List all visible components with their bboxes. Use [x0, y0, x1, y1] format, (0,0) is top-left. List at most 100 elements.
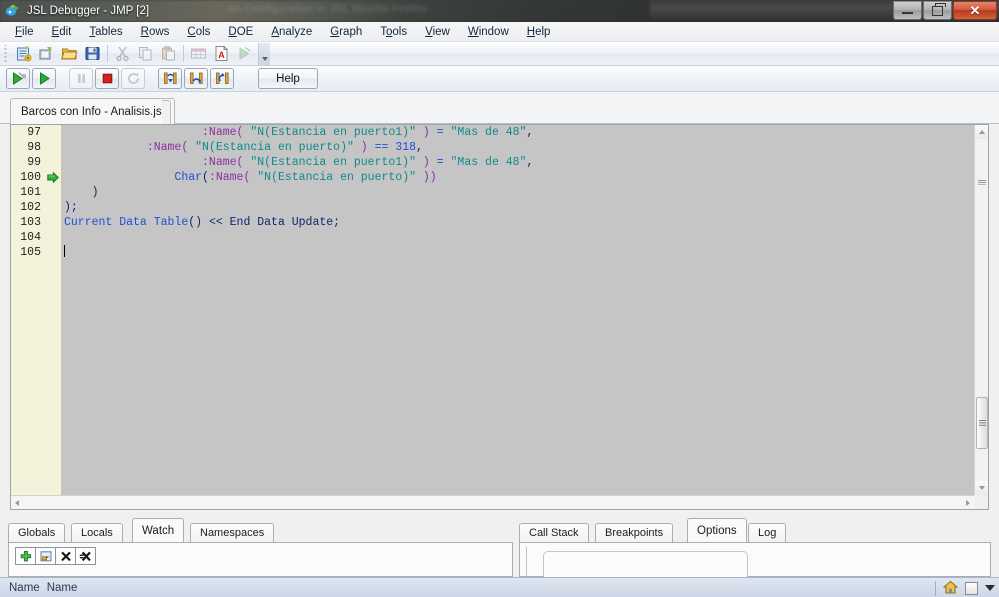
code-token: "Mas de 48" [450, 156, 527, 169]
menu-edit[interactable]: Edit [43, 24, 81, 40]
new-journal-icon[interactable] [35, 43, 58, 65]
code-line-101[interactable]: ) [62, 185, 974, 200]
tab-options[interactable]: Options [687, 518, 747, 542]
run-script-icon[interactable] [233, 43, 256, 65]
paste-icon[interactable] [157, 43, 180, 65]
gutter-line-100[interactable]: 100 [11, 170, 61, 185]
gutter-line-102[interactable]: 102 [11, 200, 61, 215]
delete-watch-icon[interactable] [55, 547, 76, 565]
document-tab-analisis[interactable]: Barcos con Info - Analisis.jsl [10, 98, 176, 124]
save-icon[interactable] [81, 43, 104, 65]
menu-cols[interactable]: Cols [178, 24, 219, 40]
editor-code-area[interactable]: :Name( "N(Estancia en puerto1)" ) = "Mas… [62, 125, 974, 495]
tab-watch[interactable]: Watch [132, 518, 185, 542]
tab-globals[interactable]: Globals [8, 523, 66, 542]
run-icon[interactable] [32, 68, 56, 89]
menu-view[interactable]: View [416, 24, 459, 40]
menu-file[interactable]: File [6, 24, 43, 40]
tab-log[interactable]: Log [748, 523, 787, 542]
code-line-99[interactable]: :Name( "N(Estancia en puerto1)" ) = "Mas… [62, 155, 974, 170]
pause-icon[interactable] [69, 68, 93, 89]
close-button[interactable]: ✕ [953, 1, 997, 20]
code-token: ) [422, 126, 430, 139]
dropdown-arrow-icon[interactable] [985, 585, 995, 591]
gutter-line-98[interactable]: 98 [11, 140, 61, 155]
code-line-105[interactable] [62, 245, 974, 260]
help-button[interactable]: Help [258, 68, 318, 89]
debug-panels: Globals Locals Watch Namespaces Call Sta… [0, 516, 999, 581]
tab-locals[interactable]: Locals [71, 523, 123, 542]
vertical-scrollbar-thumb[interactable] [976, 397, 988, 449]
cut-icon[interactable] [111, 43, 134, 65]
new-script-icon[interactable] [12, 43, 35, 65]
menu-graph[interactable]: Graph [321, 24, 371, 40]
home-icon[interactable] [942, 579, 959, 597]
tab-breakpoints[interactable]: Breakpoints [595, 523, 674, 542]
stop-icon[interactable] [95, 68, 119, 89]
menu-help[interactable]: Help [518, 24, 560, 40]
gutter-line-99[interactable]: 99 [11, 155, 61, 170]
help-button-label: Help [276, 72, 300, 85]
code-token: ) [64, 186, 99, 199]
menu-bar: File Edit Tables Rows Cols DOE Analyze G… [0, 22, 999, 42]
data-table-icon[interactable] [187, 43, 210, 65]
scroll-right-arrow-icon[interactable] [966, 499, 970, 506]
code-line-98[interactable]: :Name( "N(Estancia en puerto)" ) == 318, [62, 140, 974, 155]
code-token: () << End Data Update; [188, 216, 341, 229]
code-token: "N(Estancia en puerto1)" [250, 156, 416, 169]
tab-namespaces[interactable]: Namespaces [190, 523, 275, 542]
watch-panel-body [8, 542, 513, 577]
code-token: :Name( [208, 171, 251, 184]
debug-run-icon[interactable] [6, 68, 30, 89]
menu-rows[interactable]: Rows [132, 24, 179, 40]
tab-call-stack-label: Call Stack [529, 527, 579, 539]
gutter-line-104[interactable]: 104 [11, 230, 61, 245]
code-line-103[interactable]: Current Data Table() << End Data Update; [62, 215, 974, 230]
menu-tools[interactable]: Tools [371, 24, 416, 40]
gutter-line-103[interactable]: 103 [11, 215, 61, 230]
code-token: :Name( [202, 156, 244, 169]
gutter-line-97[interactable]: 97 [11, 125, 61, 140]
step-over-icon[interactable] [184, 68, 208, 89]
add-watch-icon[interactable] [15, 547, 36, 565]
restore-button[interactable] [923, 1, 952, 20]
step-out-icon[interactable] [210, 68, 234, 89]
gutter-line-101[interactable]: 101 [11, 185, 61, 200]
document-tab-stub [162, 100, 171, 124]
code-token: "Mas de 48" [450, 126, 527, 139]
code-line-97[interactable]: :Name( "N(Estancia en puerto1)" ) = "Mas… [62, 125, 974, 140]
scroll-down-arrow-icon[interactable] [975, 481, 988, 495]
toolbar-grip[interactable] [3, 44, 10, 63]
code-line-104[interactable] [62, 230, 974, 245]
tab-breakpoints-label: Breakpoints [605, 527, 664, 539]
tab-call-stack[interactable]: Call Stack [519, 523, 589, 542]
edit-watch-icon[interactable] [35, 547, 56, 565]
script-editor[interactable]: 97 98 99 100 101 102 103 104 105 :Name( "N(Estan… [10, 124, 989, 510]
toolbar-overflow-chevron[interactable] [258, 42, 270, 65]
menu-analyze[interactable]: Analyze [262, 24, 321, 40]
script-doc-icon[interactable]: A [210, 43, 233, 65]
code-line-102[interactable]: ); [62, 200, 974, 215]
tab-namespaces-label: Namespaces [200, 527, 265, 539]
menu-window[interactable]: Window [459, 24, 518, 40]
gutter-line-105[interactable]: 105 [11, 245, 61, 260]
window-square-icon[interactable] [965, 581, 978, 595]
restart-icon[interactable] [121, 68, 145, 89]
scroll-left-arrow-icon[interactable] [15, 499, 19, 506]
step-into-icon[interactable] [158, 68, 182, 89]
copy-icon[interactable] [134, 43, 157, 65]
options-panel-body [519, 542, 991, 581]
editor-gutter[interactable]: 97 98 99 100 101 102 103 104 105 [11, 125, 62, 509]
open-folder-icon[interactable] [58, 43, 81, 65]
code-line-100[interactable]: Char(:Name( "N(Estancia en puerto)" )) [62, 170, 974, 185]
editor-vertical-scrollbar[interactable] [974, 125, 988, 495]
minimize-button[interactable] [893, 1, 922, 20]
menu-doe[interactable]: DOE [219, 24, 262, 40]
scroll-up-arrow-icon[interactable] [975, 125, 988, 139]
delete-all-watch-icon[interactable] [75, 547, 96, 565]
editor-horizontal-scrollbar[interactable] [11, 495, 974, 509]
menu-tables[interactable]: Tables [80, 24, 131, 40]
